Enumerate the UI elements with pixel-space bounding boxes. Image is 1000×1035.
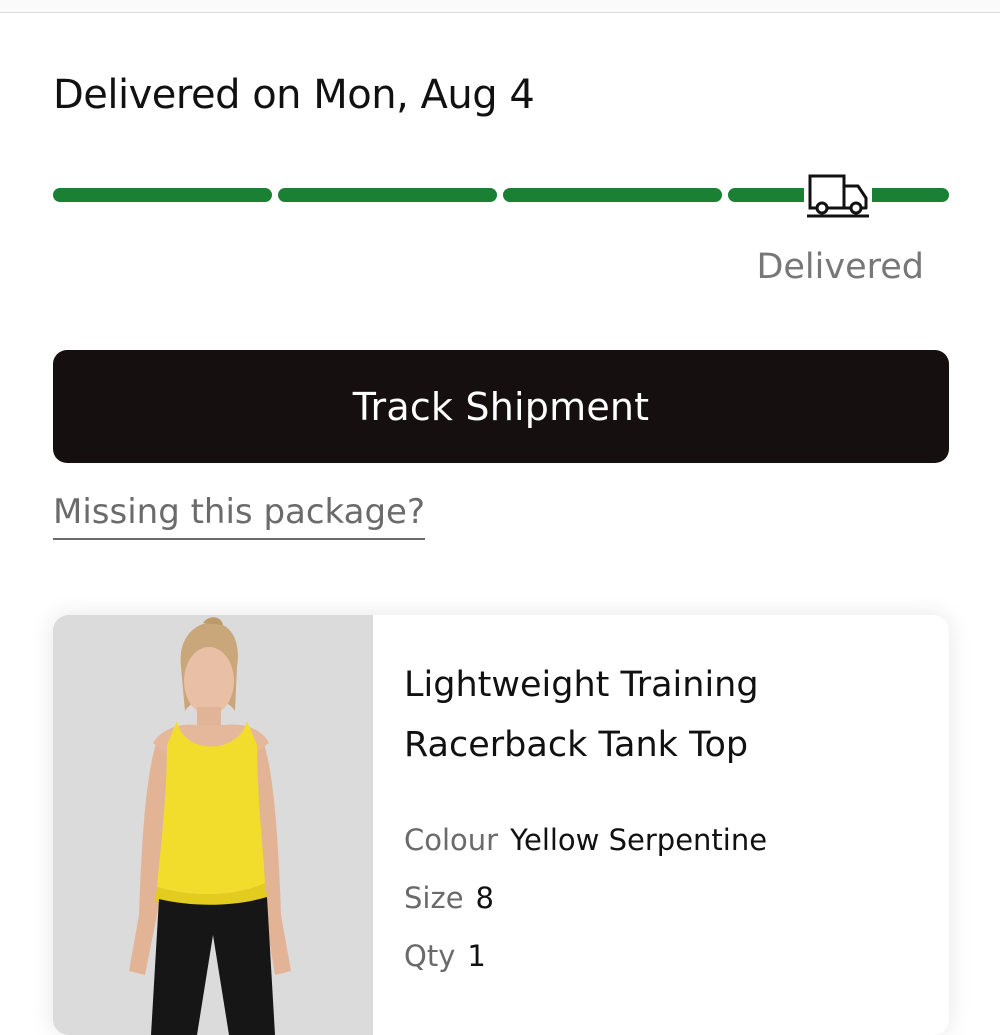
qty-label: Qty	[404, 939, 456, 973]
missing-package-link[interactable]: Missing this package?	[53, 492, 426, 540]
delivery-status-title: Delivered on Mon, Aug 4	[53, 72, 535, 118]
size-label: Size	[404, 881, 464, 915]
progress-segment-3	[503, 188, 722, 202]
progress-segment-1	[53, 188, 272, 202]
product-qty: Qty 1	[404, 939, 486, 973]
progress-status-label: Delivered	[756, 247, 924, 287]
product-card[interactable]: Lightweight Training Racerback Tank Top …	[53, 615, 949, 1035]
track-shipment-button[interactable]: Track Shipment	[53, 350, 949, 463]
delivery-truck-icon	[804, 170, 872, 222]
product-colour: Colour Yellow Serpentine	[404, 823, 767, 857]
top-divider	[0, 0, 1000, 13]
size-value: 8	[475, 881, 494, 915]
product-name-line-1[interactable]: Lightweight Training	[404, 655, 924, 715]
qty-value: 1	[467, 939, 486, 973]
progress-segment-2	[278, 188, 497, 202]
product-name-line-2[interactable]: Racerback Tank Top	[404, 715, 924, 775]
product-photo[interactable]	[53, 615, 373, 1035]
product-size: Size 8	[404, 881, 494, 915]
colour-label: Colour	[404, 823, 499, 857]
colour-value: Yellow Serpentine	[510, 823, 768, 857]
product-info: Lightweight Training Racerback Tank Top …	[404, 655, 924, 973]
